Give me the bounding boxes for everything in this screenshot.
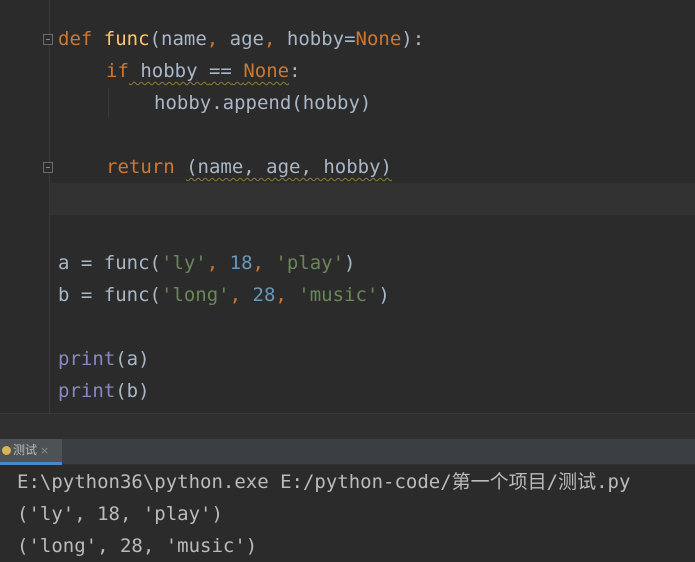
run-tabbar: 测试 × bbox=[0, 439, 695, 465]
code-line-print-b: print(b) bbox=[58, 380, 150, 402]
console-command-line: E:\python36\python.exe E:/python-code/第一… bbox=[17, 471, 631, 493]
indent-guide bbox=[108, 88, 109, 118]
current-line-highlight bbox=[50, 183, 695, 215]
panel-splitter[interactable] bbox=[0, 413, 695, 439]
run-tab-label: 测试 bbox=[13, 443, 38, 457]
fold-marker-icon[interactable] bbox=[43, 34, 53, 45]
code-line-return: return (name, age, hobby) bbox=[106, 156, 392, 178]
python-icon bbox=[2, 446, 11, 455]
code-line-if: if hobby == None: bbox=[106, 60, 301, 82]
run-console[interactable]: E:\python36\python.exe E:/python-code/第一… bbox=[0, 465, 695, 562]
run-tab[interactable]: 测试 × bbox=[0, 439, 62, 465]
code-line-def: def func(name, age, hobby=None): bbox=[58, 28, 425, 50]
code-line-print-a: print(a) bbox=[58, 348, 150, 370]
fold-end-icon[interactable] bbox=[43, 162, 53, 173]
code-line-b: b = func('long', 28, 'music') bbox=[58, 284, 390, 306]
code-editor[interactable]: def func(name, age, hobby=None): if hobb… bbox=[0, 0, 695, 413]
code-line-a: a = func('ly', 18, 'play') bbox=[58, 252, 356, 274]
close-icon[interactable]: × bbox=[40, 444, 49, 457]
console-output-line: ('long', 28, 'music') bbox=[17, 535, 258, 557]
code-line-append: hobby.append(hobby) bbox=[154, 92, 372, 114]
console-output-line: ('ly', 18, 'play') bbox=[17, 503, 223, 525]
